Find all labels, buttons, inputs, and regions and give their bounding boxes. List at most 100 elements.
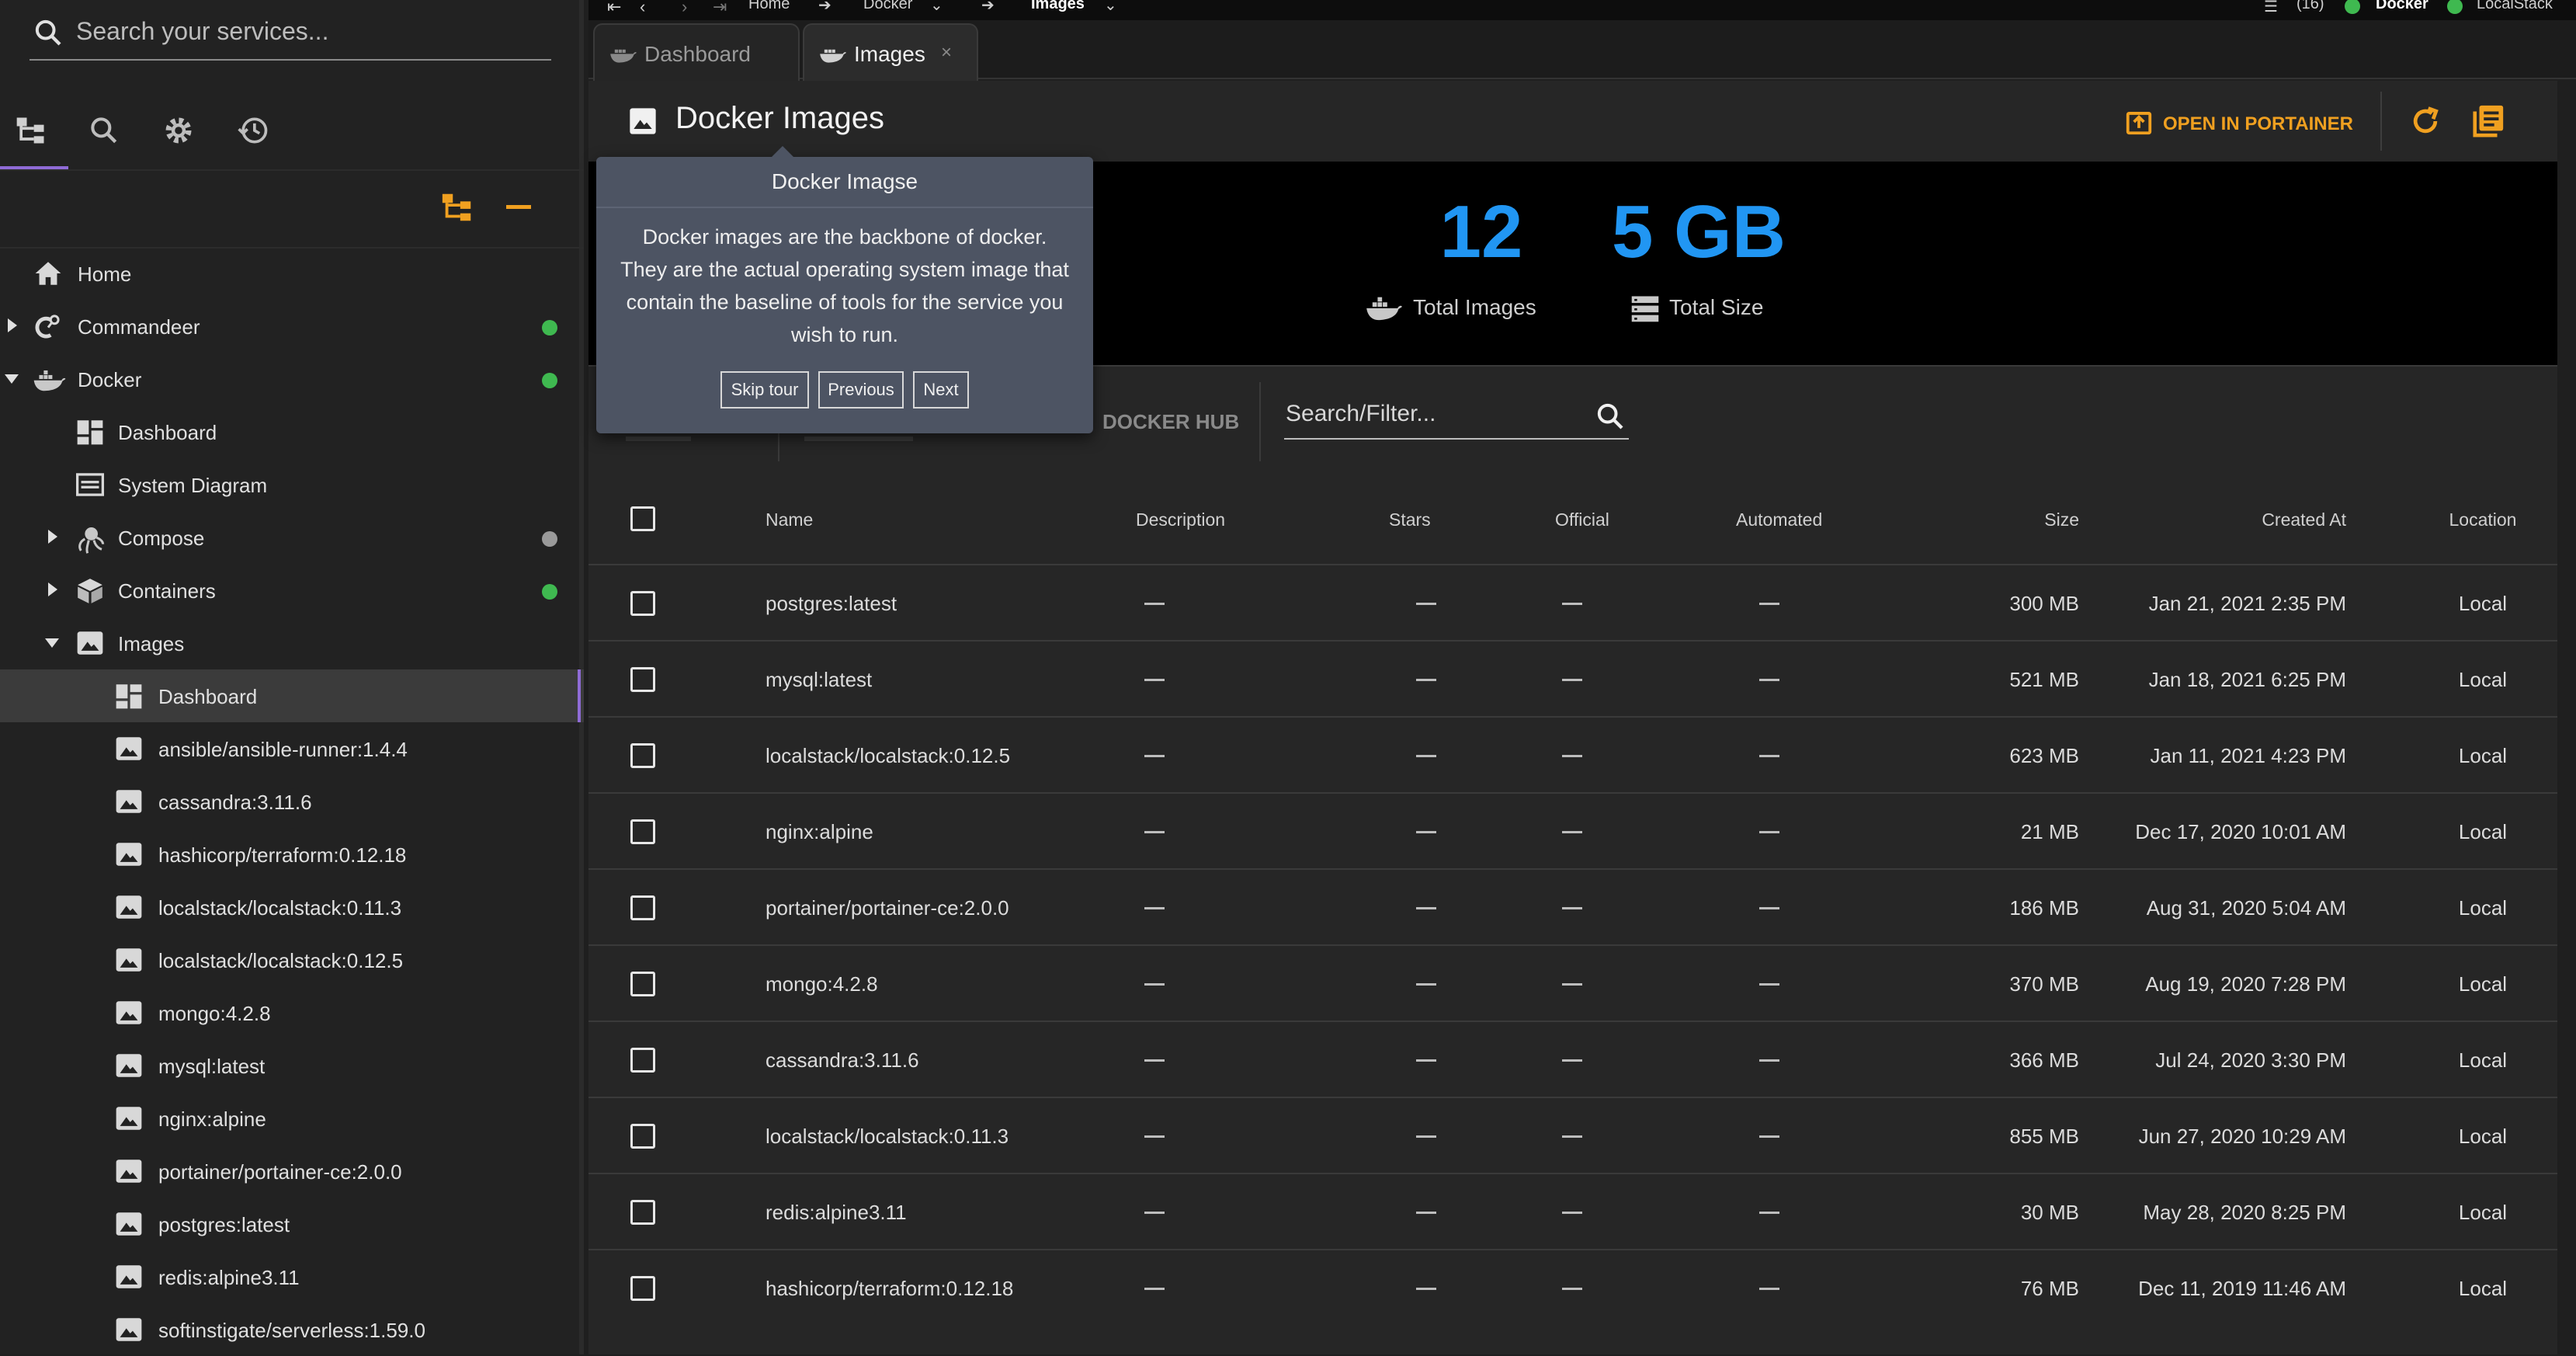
row-checkbox[interactable] xyxy=(630,972,655,996)
total-images-value: 12 xyxy=(1439,190,1523,273)
expand-icon[interactable] xyxy=(8,318,17,332)
sidebar-search[interactable]: Search your services... xyxy=(30,5,551,61)
breadcrumb-docker[interactable]: Docker xyxy=(863,0,912,13)
env-docker[interactable]: Docker xyxy=(2376,0,2428,13)
tab-images[interactable]: Images × xyxy=(803,23,978,81)
expand-icon[interactable] xyxy=(48,582,57,596)
row-checkbox[interactable] xyxy=(630,1048,655,1073)
last-page-icon[interactable]: ⇥ xyxy=(713,0,727,17)
forward-icon[interactable]: › xyxy=(682,0,687,17)
search-filter-input[interactable]: Search/Filter... xyxy=(1286,401,1436,427)
sidebar-item-images[interactable]: Images xyxy=(0,617,584,669)
row-checkbox[interactable] xyxy=(630,819,655,844)
env-localstack[interactable]: LocalStack xyxy=(2477,0,2553,13)
collapse-icon[interactable] xyxy=(5,374,19,384)
sidebar-item-commandeer[interactable]: Commandeer xyxy=(0,300,584,353)
column-header-stars[interactable]: Stars xyxy=(1389,509,1431,530)
sidebar-item-compose[interactable]: Compose xyxy=(0,511,584,564)
breadcrumb-home[interactable]: Home xyxy=(748,0,790,13)
column-header-location[interactable]: Location xyxy=(2405,509,2560,530)
row-checkbox[interactable] xyxy=(630,1276,655,1301)
docs-icon[interactable] xyxy=(2470,103,2506,138)
row-checkbox[interactable] xyxy=(630,743,655,768)
sidebar-image-item[interactable]: localstack/localstack:0.11.3 xyxy=(0,881,584,934)
row-checkbox[interactable] xyxy=(630,667,655,692)
tree-icon[interactable] xyxy=(14,113,51,151)
sidebar-item-docker[interactable]: Docker xyxy=(0,353,584,405)
sidebar-item-containers[interactable]: Containers xyxy=(0,564,584,617)
table-row[interactable]: redis:alpine3.11 30 MB May 28, 2020 8:25 P… xyxy=(588,1173,2557,1250)
sidebar-image-item[interactable]: localstack/localstack:0.12.5 xyxy=(0,934,584,986)
column-header-official[interactable]: Official xyxy=(1555,509,1609,530)
sidebar-item-images-dashboard[interactable]: Dashboard xyxy=(0,669,584,722)
row-checkbox[interactable] xyxy=(630,591,655,616)
back-icon[interactable]: ‹ xyxy=(640,0,645,17)
column-header-name[interactable]: Name xyxy=(766,509,813,530)
gear-icon[interactable] xyxy=(161,113,199,151)
cell-created-at: May 28, 2020 8:25 PM xyxy=(2143,1201,2346,1224)
sidebar-image-item[interactable]: mongo:4.2.8 xyxy=(0,986,584,1039)
close-icon[interactable]: × xyxy=(941,42,952,64)
row-checkbox[interactable] xyxy=(630,1200,655,1225)
breadcrumb-images[interactable]: Images xyxy=(1031,0,1085,13)
expand-icon[interactable] xyxy=(48,530,57,544)
tree-expand-icon[interactable] xyxy=(439,189,475,225)
table-row[interactable]: mysql:latest 521 MB Jan 18, 2021 6:25 PM Lo… xyxy=(588,640,2557,718)
sidebar-image-item[interactable]: portainer/portainer-ce:2.0.0 xyxy=(0,1145,584,1198)
image-icon xyxy=(113,1263,144,1291)
sidebar-image-item[interactable]: ansible/ansible-runner:1.4.4 xyxy=(0,722,584,775)
table-row[interactable]: nginx:alpine 21 MB Dec 17, 2020 10:01 AM Lo… xyxy=(588,792,2557,870)
select-all-checkbox[interactable] xyxy=(630,506,655,531)
column-header-automated[interactable]: Automated xyxy=(1736,509,1822,530)
tab-dashboard[interactable]: Dashboard xyxy=(593,23,800,81)
table-row[interactable]: hashicorp/terraform:0.12.18 76 MB Dec 11, … xyxy=(588,1249,2557,1326)
table-row[interactable]: portainer/portainer-ce:2.0.0 186 MB Aug 31… xyxy=(588,868,2557,946)
table-row[interactable]: mongo:4.2.8 370 MB Aug 19, 2020 7:28 PM Loc… xyxy=(588,944,2557,1022)
history-icon[interactable] xyxy=(236,113,273,151)
first-page-icon[interactable]: ⇤ xyxy=(607,0,621,17)
column-header-size[interactable]: Size xyxy=(1970,509,2079,530)
table-row[interactable]: localstack/localstack:0.11.3 855 MB Jun 27… xyxy=(588,1097,2557,1174)
search-tab-icon[interactable] xyxy=(87,113,124,151)
search-icon[interactable] xyxy=(1595,401,1626,432)
skip-tour-button[interactable]: Skip tour xyxy=(720,371,809,409)
collapse-icon[interactable] xyxy=(45,638,59,648)
sidebar-search-input[interactable]: Search your services... xyxy=(76,17,328,46)
sidebar-item-label: localstack/localstack:0.11.3 xyxy=(158,896,402,920)
cell-official-empty xyxy=(1562,1288,1582,1290)
next-button[interactable]: Next xyxy=(913,371,969,409)
cell-description-empty xyxy=(1144,1135,1165,1138)
table-row[interactable]: localstack/localstack:0.12.5 623 MB Jan 11… xyxy=(588,716,2557,794)
column-header-created-at[interactable]: Created At xyxy=(2165,509,2346,530)
search-filter-field[interactable]: Search/Filter... xyxy=(1284,391,1629,440)
docker-hub-toggle[interactable]: DOCKER HUB xyxy=(1102,410,1239,434)
sidebar-image-item[interactable]: redis:alpine3.11 xyxy=(0,1250,584,1303)
sidebar-item-system-diagram[interactable]: System Diagram xyxy=(0,458,584,511)
cell-size: 300 MB xyxy=(2009,592,2079,615)
sidebar-image-item[interactable]: postgres:latest xyxy=(0,1198,584,1250)
sidebar-item-home[interactable]: Home xyxy=(0,247,584,300)
cell-name: localstack/localstack:0.11.3 xyxy=(766,1125,1009,1148)
cell-stars-empty xyxy=(1416,831,1436,833)
previous-button[interactable]: Previous xyxy=(818,371,904,409)
status-dot xyxy=(542,373,557,388)
table-row[interactable]: cassandra:3.11.6 366 MB Jul 24, 2020 3:30 … xyxy=(588,1020,2557,1098)
table-row[interactable]: postgres:latest 300 MB Jan 21, 2021 2:35 P… xyxy=(588,564,2557,641)
chevron-down-icon[interactable]: ⌄ xyxy=(930,0,943,15)
refresh-icon[interactable] xyxy=(2408,104,2442,138)
row-checkbox[interactable] xyxy=(630,1124,655,1149)
collapse-all-icon[interactable] xyxy=(506,205,531,209)
column-header-description[interactable]: Description xyxy=(1136,509,1225,530)
cell-official-empty xyxy=(1562,907,1582,909)
sidebar-image-item[interactable]: mysql:latest xyxy=(0,1039,584,1092)
chevron-down-icon[interactable]: ⌄ xyxy=(1104,0,1117,15)
image-icon xyxy=(113,1316,144,1344)
sidebar-image-item[interactable]: nginx:alpine xyxy=(0,1092,584,1145)
sidebar-image-item[interactable]: softinstigate/serverless:1.59.0 xyxy=(0,1303,584,1356)
sidebar-item-docker-dashboard[interactable]: Dashboard xyxy=(0,405,584,458)
row-checkbox[interactable] xyxy=(630,895,655,920)
sidebar-image-item[interactable]: cassandra:3.11.6 xyxy=(0,775,584,828)
sidebar-image-item[interactable]: hashicorp/terraform:0.12.18 xyxy=(0,828,584,881)
tooltip-arrow xyxy=(772,146,793,157)
list-icon[interactable]: ☰ xyxy=(2264,0,2278,16)
